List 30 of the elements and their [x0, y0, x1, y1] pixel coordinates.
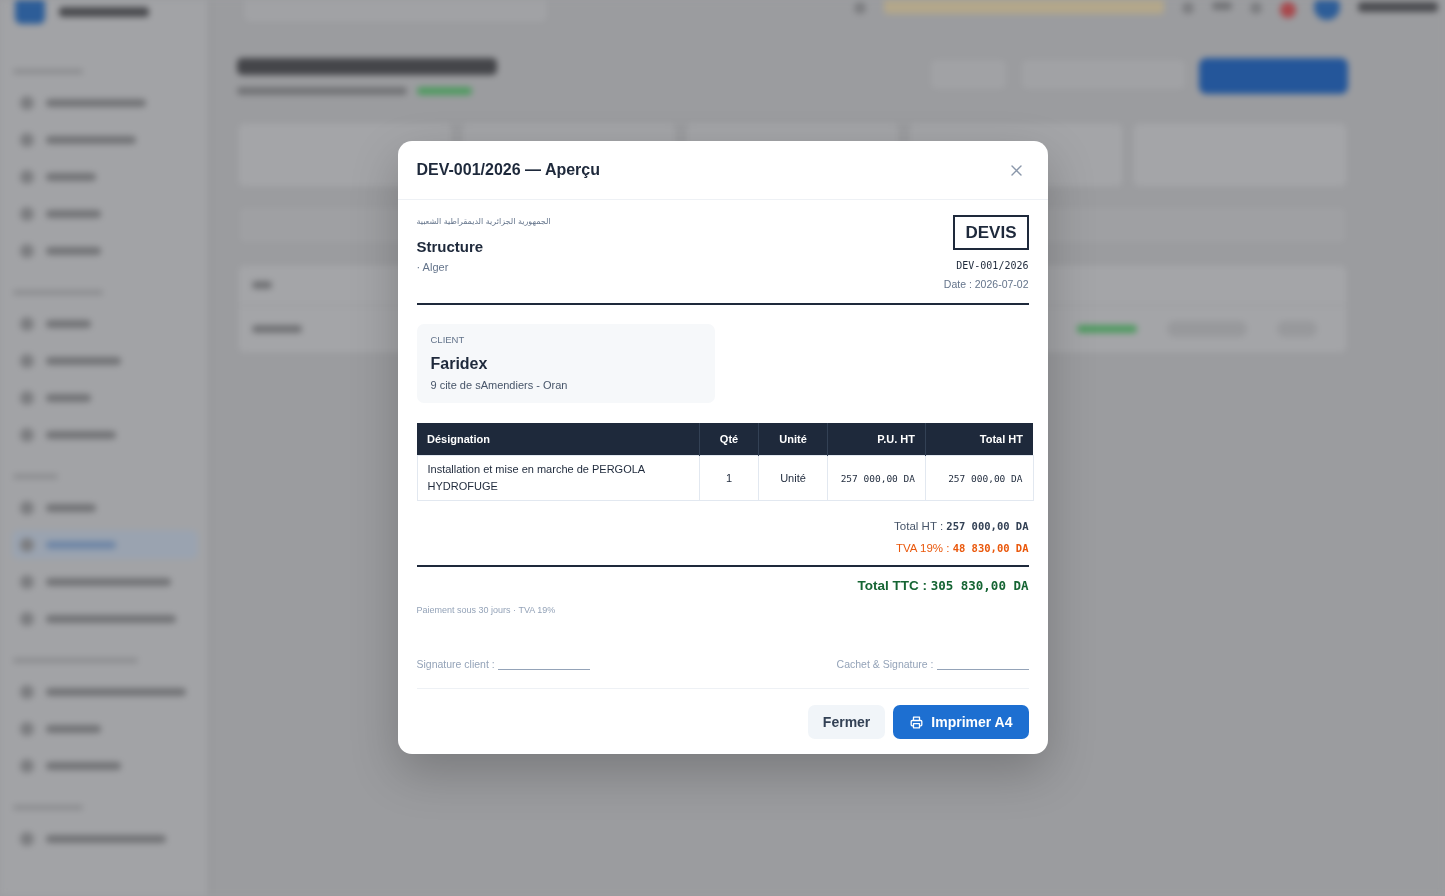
issuer-name: Structure: [416, 238, 484, 256]
column-header: Désignation: [417, 423, 700, 456]
column-header: Total HT: [925, 423, 1033, 456]
signature-label: Signature client :: [416, 658, 495, 671]
column-header: Qté: [699, 423, 759, 456]
client-name: Faridex: [430, 354, 489, 374]
subtotal-line: Total HT : 257 000,00 DA: [894, 519, 1029, 534]
document-number: DEV-001/2026: [956, 259, 1029, 273]
close-icon: [1010, 164, 1022, 176]
document-type-stamp: DEVIS: [953, 215, 1029, 250]
table-cell: 257 000,00 DA: [827, 455, 926, 501]
issuer-header-line: الجمهورية الجزائرية الديمقراطية الشعبية: [416, 216, 551, 228]
close-dialog-button[interactable]: Fermer: [807, 705, 886, 739]
column-header: Unité: [758, 423, 828, 456]
table-cell: 1: [699, 455, 759, 501]
payment-terms: Paiement sous 30 jours · TVA 19%: [416, 604, 557, 616]
column-header: P.U. HT: [827, 423, 926, 456]
printer-icon: [910, 715, 924, 729]
dialog-title: DEV-001/2026 — Aperçu: [416, 161, 600, 179]
grand-total-line: Total TTC : 305 830,00 DA: [857, 577, 1029, 595]
signature-label: Cachet & Signature :: [836, 658, 934, 671]
issuer-city: · Alger: [416, 260, 449, 274]
print-button[interactable]: Imprimer A4: [893, 705, 1029, 739]
tax-line: TVA 19% : 48 830,00 DA: [895, 541, 1029, 556]
document-date: Date : 2026-07-02: [943, 277, 1029, 291]
table-cell: Unité: [758, 455, 828, 501]
table-cell: 257 000,00 DA: [925, 455, 1033, 501]
client-address: 9 cite de sAmendiers - Oran: [430, 378, 569, 392]
table-cell: Installation et mise en marche de PERGOLA HYDROFUGE: [417, 455, 700, 501]
client-label: CLIENT: [430, 334, 466, 346]
